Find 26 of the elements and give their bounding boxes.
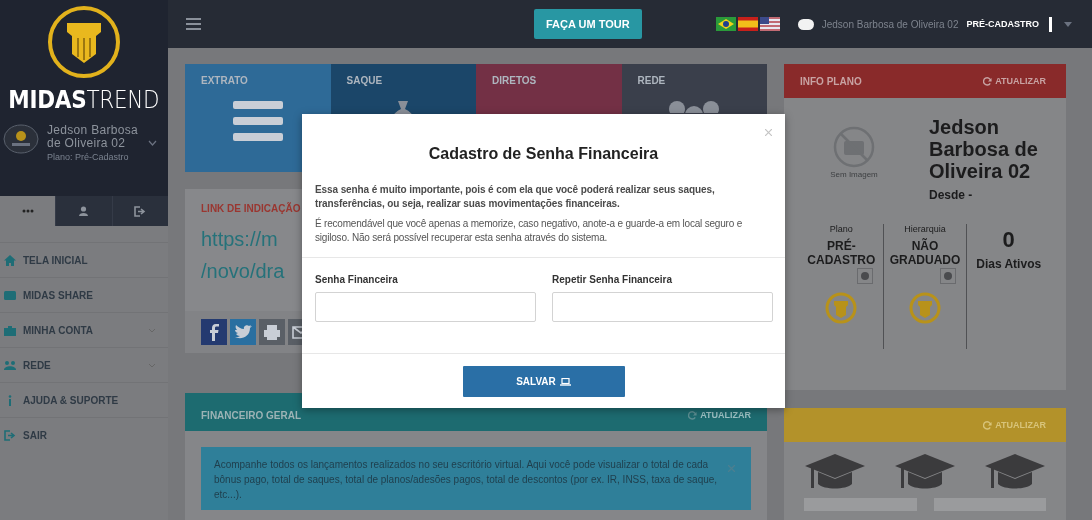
user-plan: Plano: Pré-Cadastro [47,152,130,162]
modal-text: É recomendável que você apenas a memorize, caso negativo, anote-a e guarde-a em local seguro e sigiloso. Não será possível recuperar esta senha através do sistema. [315,217,744,245]
member-since: Desde - [929,188,974,202]
stat-label: Plano [829,224,853,234]
referral-title: LINK DE INDICAÇÃO [201,203,301,214]
tile-label: REDE [637,75,667,86]
plan-label: PRÉ-CADASTRO [966,19,1039,29]
panel-title: INFO PLANO [800,75,862,87]
member-name: Jedson Barbosa de Oliveira 02 [929,116,1039,182]
alert-text: Acompanhe todos os lançamentos realizados no seu escritório virtual. Aqui você pode visualizar o total de cada bônus pago, total de saques, total de planos/adesões pagos, total de descontos (por ex. IR, INSS, taxa de saque, etc...). [214,458,718,502]
modal-title: Cadastro de Senha Financeira [427,145,660,163]
user-name: Jedson Barbosa de Oliveira 02 [821,18,959,30]
field-label: Repetir Senha Financeira [552,274,674,285]
stat-label: Hierarquia [904,224,946,234]
tile-label: EXTRATO [201,75,249,86]
stat-value: PRÉ-CADASTRO [806,239,877,267]
stat-count: 0 [1002,227,1015,253]
tile-label: DIRETOS [492,75,538,86]
brand-logo: MIDASTREND [8,85,160,114]
tile-label: SAQUE [346,75,384,86]
field-label: Senha Financeira [315,274,399,285]
panel-title: FINANCEIRO GERAL [201,409,301,421]
stat-value: NÃO GRADUADO [888,239,962,267]
user-name: Jedson Barbosa de Oliveira 02 [47,124,139,150]
modal-text: Essa senha é muito importante, pois é com ela que você poderá realizar seus saques, transferências, ou seja, realizar suas movimentações financeiras. [315,183,716,211]
stat-label: Dias Ativos [976,257,1042,271]
